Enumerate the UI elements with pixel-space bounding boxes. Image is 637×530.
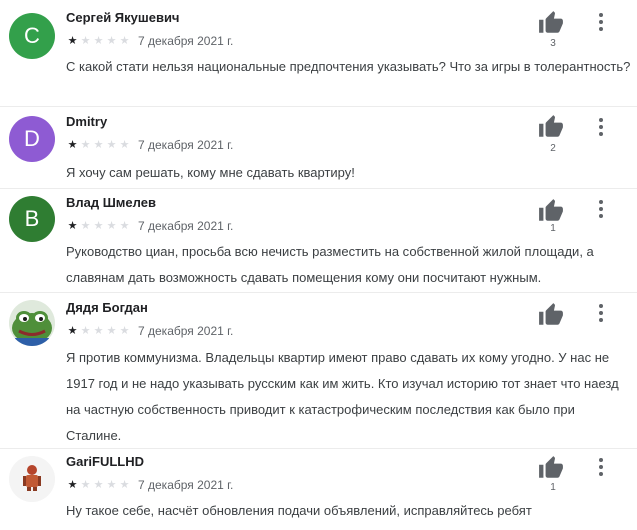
avatar[interactable] xyxy=(9,456,55,502)
star-icon: ★ xyxy=(80,325,91,337)
star-icon: ★ xyxy=(80,220,91,232)
like-button[interactable] xyxy=(538,302,568,332)
like-count: 3 xyxy=(550,38,556,49)
star-icon: ★ xyxy=(80,479,91,491)
review-text: Я против коммунизма. Владельцы квартир и… xyxy=(66,350,619,443)
review-date: 7 декабря 2021 г. xyxy=(138,138,234,152)
author-name: Сергей Якушевич xyxy=(66,10,180,25)
star-icon: ★ xyxy=(119,479,130,491)
like-count: 1 xyxy=(550,223,556,234)
divider xyxy=(0,448,637,449)
thumbs-up-icon xyxy=(539,11,563,33)
more-options-button[interactable] xyxy=(594,10,608,34)
avatar-letter: D xyxy=(24,126,40,151)
star-icon: ★ xyxy=(106,479,117,491)
star-icon: ★ xyxy=(119,139,130,151)
author-name: GariFULLHD xyxy=(66,454,144,469)
review-date: 7 декабря 2021 г. xyxy=(138,219,234,233)
avatar[interactable]: В xyxy=(9,196,55,242)
review-text: Руководство циан, просьба всю нечисть ра… xyxy=(66,244,594,285)
star-icon: ★ xyxy=(80,139,91,151)
star-rating: ★ ★ ★ ★ ★ xyxy=(66,480,131,491)
avatar[interactable] xyxy=(9,300,55,346)
star-icon: ★ xyxy=(106,325,117,337)
star-rating: ★ ★ ★ ★ ★ xyxy=(66,221,131,232)
star-icon: ★ xyxy=(67,325,78,337)
review-text: Ну такое себе, насчёт обновления подачи … xyxy=(66,503,532,518)
like-count: 1 xyxy=(550,482,556,493)
avatar-letter: В xyxy=(24,206,40,231)
star-icon: ★ xyxy=(67,220,78,232)
star-icon: ★ xyxy=(119,35,130,47)
more-vert-icon xyxy=(599,458,603,462)
avatar-letter: С xyxy=(24,23,40,48)
star-icon: ★ xyxy=(93,479,104,491)
more-vert-icon xyxy=(599,200,603,204)
star-icon: ★ xyxy=(67,139,78,151)
like-button[interactable] xyxy=(538,10,568,40)
author-name: Влад Шмелев xyxy=(66,195,156,210)
more-vert-icon xyxy=(599,13,603,17)
more-options-button[interactable] xyxy=(594,115,608,139)
author-name: Dmitry xyxy=(66,114,108,129)
review-text: С какой стати нельзя национальные предпо… xyxy=(66,59,631,74)
divider xyxy=(0,292,637,293)
like-button[interactable] xyxy=(538,114,568,144)
more-options-button[interactable] xyxy=(594,301,608,325)
thumbs-up-icon xyxy=(539,199,563,221)
like-button[interactable] xyxy=(538,455,568,485)
like-count: 2 xyxy=(550,143,556,154)
star-icon: ★ xyxy=(93,220,104,232)
more-options-button[interactable] xyxy=(594,197,608,221)
divider xyxy=(0,106,637,107)
review-date: 7 декабря 2021 г. xyxy=(138,34,234,48)
star-rating: ★ ★ ★ ★ ★ xyxy=(66,140,131,151)
star-icon: ★ xyxy=(93,139,104,151)
hard-station-logo-icon xyxy=(9,456,55,502)
star-rating: ★ ★ ★ ★ ★ xyxy=(66,36,131,47)
frog-avatar-image xyxy=(9,300,55,346)
star-icon: ★ xyxy=(80,35,91,47)
author-name: Дядя Богдан xyxy=(66,300,148,315)
thumbs-up-icon xyxy=(539,303,563,325)
more-vert-icon xyxy=(599,118,603,122)
star-rating: ★ ★ ★ ★ ★ xyxy=(66,326,131,337)
review-date: 7 декабря 2021 г. xyxy=(138,324,234,338)
star-icon: ★ xyxy=(67,35,78,47)
review-date: 7 декабря 2021 г. xyxy=(138,478,234,492)
star-icon: ★ xyxy=(106,35,117,47)
star-icon: ★ xyxy=(106,220,117,232)
avatar[interactable]: D xyxy=(9,116,55,162)
divider xyxy=(0,188,637,189)
more-vert-icon xyxy=(599,304,603,308)
thumbs-up-icon xyxy=(539,456,563,478)
star-icon: ★ xyxy=(119,325,130,337)
star-icon: ★ xyxy=(106,139,117,151)
review-text: Я хочу сам решать, кому мне сдавать квар… xyxy=(66,165,355,180)
more-options-button[interactable] xyxy=(594,455,608,479)
thumbs-up-icon xyxy=(539,115,563,137)
star-icon: ★ xyxy=(93,325,104,337)
avatar[interactable]: С xyxy=(9,13,55,59)
star-icon: ★ xyxy=(67,479,78,491)
star-icon: ★ xyxy=(93,35,104,47)
star-icon: ★ xyxy=(119,220,130,232)
